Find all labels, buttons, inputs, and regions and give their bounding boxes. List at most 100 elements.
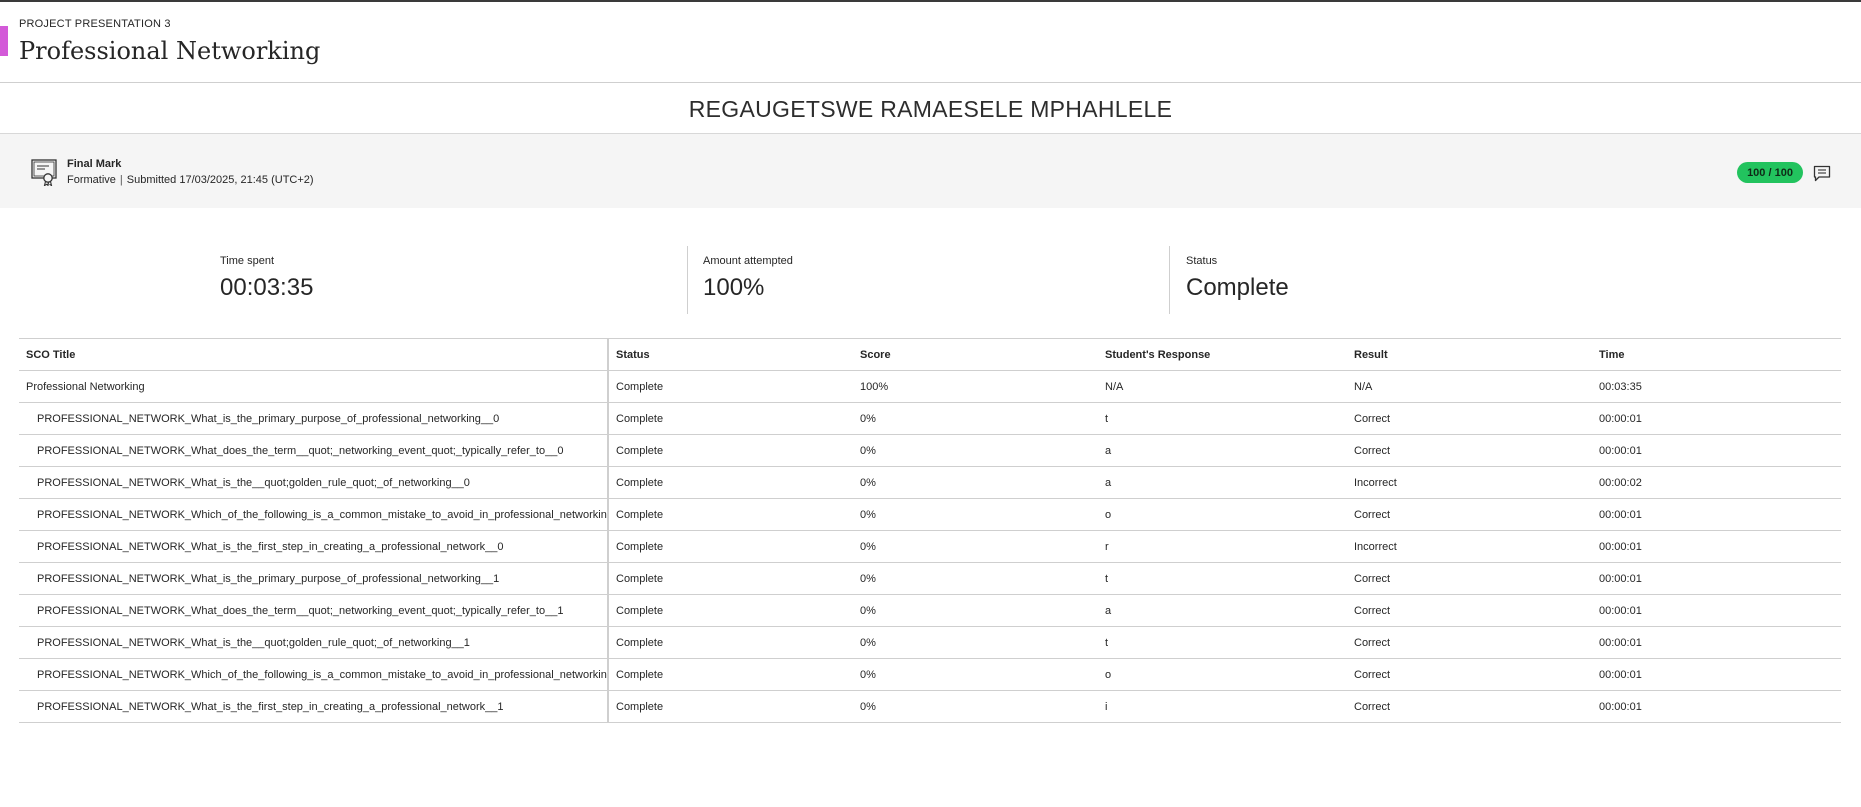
result-cell: Correct (1347, 626, 1592, 659)
table-row: PROFESSIONAL_NETWORK_What_is_the__quot;g… (19, 626, 1841, 659)
table-row: PROFESSIONAL_NETWORK_What_is_the__quot;g… (19, 466, 1841, 499)
result-cell: Correct (1347, 498, 1592, 531)
grade-panel: Final Mark Formative | Submitted 17/03/202… (0, 134, 1861, 208)
score-cell: 0% (853, 562, 1098, 595)
table-header-row: SCO Title Status Score Student's Respons… (19, 338, 1841, 371)
status-cell: Complete (608, 498, 853, 531)
score-cell: 0% (853, 626, 1098, 659)
score-cell: 0% (853, 498, 1098, 531)
score-badge[interactable]: 100 / 100 (1737, 162, 1803, 183)
accent-bar (0, 26, 8, 56)
table-row: PROFESSIONAL_NETWORK_Which_of_the_follow… (19, 658, 1841, 691)
score-cell: 0% (853, 402, 1098, 435)
column-header-time: Time (1592, 338, 1841, 371)
sco-title-cell: Professional Networking (19, 370, 609, 403)
sco-title-cell: PROFESSIONAL_NETWORK_What_is_the_primary… (19, 562, 609, 595)
status-value: Complete (1186, 274, 1289, 301)
score-cell: 0% (853, 434, 1098, 467)
time-cell: 00:00:01 (1592, 530, 1841, 563)
status-cell: Complete (608, 434, 853, 467)
result-cell: Correct (1347, 658, 1592, 691)
attempt-stats: Time spent 00:03:35 Amount attempted 100… (0, 246, 1861, 316)
status-cell: Complete (608, 690, 853, 723)
status-label: Status (1186, 255, 1218, 267)
status-cell: Complete (608, 658, 853, 691)
response-cell: a (1098, 434, 1347, 467)
result-cell: N/A (1347, 370, 1592, 403)
sco-title-cell: PROFESSIONAL_NETWORK_Which_of_the_follow… (19, 658, 609, 691)
page-header: PROJECT PRESENTATION 3 Professional Netw… (0, 2, 1861, 83)
time-cell: 00:03:35 (1592, 370, 1841, 403)
table-row: PROFESSIONAL_NETWORK_What_is_the_primary… (19, 562, 1841, 595)
status-cell: Complete (608, 626, 853, 659)
grade-title: Final Mark (67, 158, 122, 170)
student-name: REGAUGETSWE RAMAESELE MPHAHLELE (688, 95, 1173, 122)
result-cell: Correct (1347, 690, 1592, 723)
amount-attempted-value: 100% (703, 274, 765, 301)
column-header-result: Result (1347, 338, 1592, 371)
amount-attempted-label: Amount attempted (703, 255, 793, 267)
comment-icon[interactable] (1813, 165, 1831, 182)
page-title: Professional Networking (19, 37, 321, 65)
score-cell: 0% (853, 690, 1098, 723)
submission-date: Submitted 17/03/2025, 21:45 (UTC+2) (126, 174, 314, 186)
column-header-response: Student's Response (1098, 338, 1347, 371)
status-cell: Complete (608, 562, 853, 595)
result-cell: Incorrect (1347, 466, 1592, 499)
column-header-status: Status (608, 338, 853, 371)
sco-title-cell: PROFESSIONAL_NETWORK_Which_of_the_follow… (19, 498, 609, 531)
sco-title-cell: PROFESSIONAL_NETWORK_What_does_the_term_… (19, 434, 609, 467)
time-cell: 00:00:01 (1592, 690, 1841, 723)
column-header-sco-title: SCO Title (19, 338, 609, 371)
sco-title-cell: PROFESSIONAL_NETWORK_What_does_the_term_… (19, 594, 609, 627)
score-cell: 100% (853, 370, 1098, 403)
column-header-score: Score (853, 338, 1098, 371)
table-row: Professional Networking Complete 100% N/A N/… (19, 370, 1841, 403)
status-cell: Complete (608, 370, 853, 403)
table-row: PROFESSIONAL_NETWORK_What_is_the_first_s… (19, 530, 1841, 563)
course-overline: PROJECT PRESENTATION 3 (19, 18, 171, 30)
time-cell: 00:00:01 (1592, 498, 1841, 531)
time-cell: 00:00:01 (1592, 658, 1841, 691)
response-cell: r (1098, 530, 1347, 563)
result-cell: Incorrect (1347, 530, 1592, 563)
time-cell: 00:00:01 (1592, 402, 1841, 435)
sco-title-cell: PROFESSIONAL_NETWORK_What_is_the__quot;g… (19, 466, 609, 499)
table-row: PROFESSIONAL_NETWORK_Which_of_the_follow… (19, 498, 1841, 531)
time-cell: 00:00:02 (1592, 466, 1841, 499)
time-spent-value: 00:03:35 (220, 274, 314, 301)
table-row: PROFESSIONAL_NETWORK_What_is_the_first_s… (19, 690, 1841, 723)
response-cell: o (1098, 498, 1347, 531)
status-cell: Complete (608, 594, 853, 627)
response-cell: a (1098, 594, 1347, 627)
response-cell: a (1098, 466, 1347, 499)
time-cell: 00:00:01 (1592, 434, 1841, 467)
response-cell: o (1098, 658, 1347, 691)
table-row: PROFESSIONAL_NETWORK_What_does_the_term_… (19, 594, 1841, 627)
grade-meta: Formative | Submitted 17/03/2025, 21:45 (U… (67, 174, 314, 186)
table-row: PROFESSIONAL_NETWORK_What_is_the_primary… (19, 402, 1841, 435)
sco-title-cell: PROFESSIONAL_NETWORK_What_is_the_primary… (19, 402, 609, 435)
score-cell: 0% (853, 530, 1098, 563)
meta-separator: | (119, 174, 123, 186)
student-bar: REGAUGETSWE RAMAESELE MPHAHLELE (0, 83, 1861, 134)
stat-divider (1169, 246, 1170, 314)
response-cell: t (1098, 626, 1347, 659)
score-cell: 0% (853, 466, 1098, 499)
time-cell: 00:00:01 (1592, 594, 1841, 627)
status-cell: Complete (608, 466, 853, 499)
time-cell: 00:00:01 (1592, 562, 1841, 595)
grade-type: Formative (67, 174, 116, 186)
sco-title-cell: PROFESSIONAL_NETWORK_What_is_the__quot;g… (19, 626, 609, 659)
sco-title-cell: PROFESSIONAL_NETWORK_What_is_the_first_s… (19, 530, 609, 563)
time-cell: 00:00:01 (1592, 626, 1841, 659)
response-cell: N/A (1098, 370, 1347, 403)
table-row: PROFESSIONAL_NETWORK_What_does_the_term_… (19, 434, 1841, 467)
sco-title-cell: PROFESSIONAL_NETWORK_What_is_the_first_s… (19, 690, 609, 723)
result-cell: Correct (1347, 402, 1592, 435)
response-cell: t (1098, 562, 1347, 595)
certificate-icon (31, 159, 57, 186)
response-cell: i (1098, 690, 1347, 723)
result-cell: Correct (1347, 594, 1592, 627)
score-cell: 0% (853, 658, 1098, 691)
